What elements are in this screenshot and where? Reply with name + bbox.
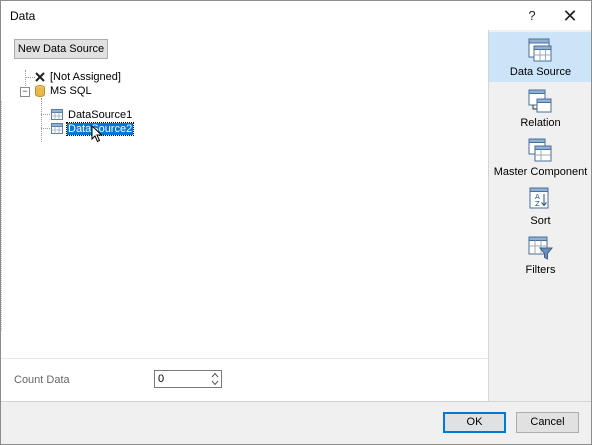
- side-item-label: Master Component: [493, 166, 588, 178]
- stepper-arrows[interactable]: [209, 371, 221, 387]
- collapse-expander-icon[interactable]: −: [20, 87, 30, 97]
- divider: [1, 358, 488, 359]
- mouse-cursor-icon: [91, 124, 103, 146]
- data-source-icon: [526, 36, 554, 64]
- tree-node-ms-sql[interactable]: MS SQL: [35, 84, 93, 98]
- new-data-source-button[interactable]: New Data Source: [14, 39, 108, 59]
- chevron-up-icon[interactable]: [211, 372, 219, 379]
- side-item-filters[interactable]: Filters: [489, 230, 591, 280]
- tree-line: [41, 98, 42, 142]
- master-component-icon: [526, 136, 554, 164]
- relation-icon: [526, 87, 554, 115]
- side-item-label: Relation: [520, 117, 561, 129]
- side-panel: Data Source Relation Master Component A …: [488, 30, 591, 401]
- ok-button[interactable]: OK: [443, 412, 506, 433]
- count-data-stepper[interactable]: 0: [154, 370, 222, 388]
- side-item-data-source[interactable]: Data Source: [489, 32, 591, 82]
- title-bar: Data ? ✕: [1, 1, 591, 30]
- count-data-value: 0: [158, 373, 165, 385]
- tree-node-datasource1[interactable]: DataSource1: [51, 108, 133, 122]
- side-item-label: Data Source: [509, 66, 572, 78]
- database-icon: [35, 85, 45, 101]
- side-item-master-component[interactable]: Master Component: [489, 132, 591, 182]
- cancel-button[interactable]: Cancel: [516, 412, 579, 433]
- close-button[interactable]: ✕: [557, 5, 583, 27]
- data-dialog: Data ? ✕ New Data Source [Not Assigned] …: [0, 0, 592, 445]
- help-button[interactable]: ?: [519, 5, 545, 27]
- tree-node-not-assigned[interactable]: [Not Assigned]: [35, 70, 122, 84]
- tree-node-label: [Not Assigned]: [50, 71, 121, 83]
- chevron-down-icon[interactable]: [211, 380, 219, 387]
- data-source-pane: New Data Source [Not Assigned] − MS SQL …: [1, 30, 488, 358]
- sort-icon: A Z: [526, 185, 554, 213]
- data-source-tree[interactable]: [Not Assigned] − MS SQL DataSource1 Data…: [13, 70, 483, 355]
- dialog-footer: OK Cancel: [1, 401, 591, 444]
- filters-icon: [526, 234, 554, 262]
- svg-text:Z: Z: [535, 200, 540, 208]
- side-item-label: Filters: [525, 264, 556, 276]
- tree-line: [25, 77, 35, 78]
- tree-node-label: MS SQL: [50, 85, 92, 97]
- table-icon: [51, 123, 63, 138]
- dialog-title: Data: [10, 9, 36, 23]
- side-item-label: Sort: [530, 215, 551, 227]
- side-item-sort[interactable]: A Z Sort: [489, 181, 591, 231]
- side-item-relation[interactable]: Relation: [489, 83, 591, 133]
- dotted-edge: [1, 101, 6, 331]
- count-data-label: Count Data: [14, 374, 70, 386]
- tree-node-label: DataSource1: [68, 109, 133, 121]
